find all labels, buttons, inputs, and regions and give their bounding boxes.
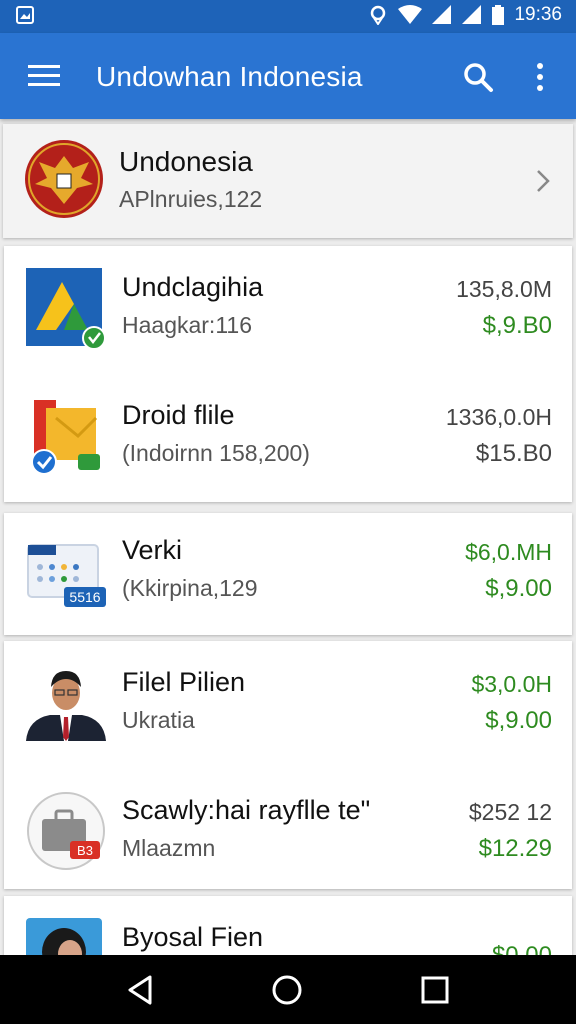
app-list-card-1: Undclagihia Haagkar:116 135,8.0M $,9.B0 … [4, 246, 572, 502]
briefcase-app-icon: B3 [27, 792, 105, 870]
item-amount: $252 12 [468, 799, 552, 825]
item-price: $,9.00 [485, 575, 552, 602]
item-price: $,9.B0 [482, 312, 552, 339]
list-item[interactable]: Droid flile (Indoirnn 158,200) 1336,0.0H… [4, 374, 572, 502]
item-name: Droid flile [122, 400, 235, 430]
hamburger-menu-icon[interactable] [28, 63, 60, 87]
item-amount: 135,8.0M [456, 276, 552, 302]
back-icon[interactable] [124, 973, 158, 1007]
image-notification-icon [16, 6, 34, 24]
chevron-right-icon[interactable] [535, 168, 551, 194]
battery-icon [492, 5, 505, 25]
item-subtitle: Haagkar:116 [122, 312, 252, 338]
item-subtitle: (Kkirpina,129 [122, 575, 258, 601]
app-bar: Undowhan Indonesia [0, 33, 576, 119]
item-name: Scawly:hai rayflle te" [122, 795, 371, 825]
item-name: Byosal Fien [122, 922, 264, 952]
item-price: $12.29 [478, 835, 552, 862]
header-name: Undonesia [119, 146, 253, 177]
triangle-app-icon [26, 268, 106, 348]
item-badge: B3 [77, 843, 93, 858]
item-price: $,9.00 [485, 707, 552, 734]
more-vert-icon[interactable] [528, 61, 552, 93]
garuda-emblem-icon [25, 140, 103, 218]
app-list-card-2: 5516 Verki (Kkirpina,129 $6,0.MH $,9.00 [4, 513, 572, 635]
signal-icon [432, 5, 452, 24]
clock: 19:36 [514, 4, 562, 25]
system-nav-bar [0, 955, 576, 1024]
item-amount: 1336,0.0H [445, 404, 552, 430]
item-amount: $3,0.0H [471, 671, 552, 697]
app-list-card-3: Filel Pilien Ukratia $3,0.0H $,9.00 B3 S… [4, 641, 572, 889]
signal-icon-2 [462, 5, 482, 24]
item-name: Undclagihia [122, 272, 264, 302]
list-item[interactable]: 5516 Verki (Kkirpina,129 $6,0.MH $,9.00 [4, 509, 572, 637]
item-price: $15.B0 [475, 440, 552, 467]
item-badge: 5516 [69, 589, 100, 605]
location-icon [371, 5, 386, 25]
wifi-icon [398, 5, 423, 24]
item-amount: $6,0.MH [465, 539, 552, 565]
item-name: Filel Pilien [122, 667, 246, 697]
app-title: Undowhan Indonesia [96, 61, 363, 92]
item-subtitle: Ukratia [122, 707, 195, 733]
list-item[interactable]: Undclagihia Haagkar:116 135,8.0M $,9.B0 [4, 246, 572, 374]
status-bar: 19:36 [0, 0, 576, 33]
country-header-card[interactable]: Undonesia APlnruies,122 [3, 124, 573, 238]
person-avatar [26, 671, 106, 741]
home-icon[interactable] [270, 973, 304, 1007]
item-subtitle: Mlaazmn [122, 835, 216, 861]
search-icon[interactable] [462, 61, 494, 93]
item-name: Verki [122, 535, 183, 565]
calendar-app-icon: 5516 [27, 544, 106, 607]
item-subtitle: (Indoirnn 158,200) [122, 440, 310, 466]
recents-icon[interactable] [418, 973, 452, 1007]
folder-app-icon [31, 400, 100, 475]
list-item[interactable]: Filel Pilien Ukratia $3,0.0H $,9.00 [4, 641, 572, 769]
list-item[interactable]: B3 Scawly:hai rayflle te" Mlaazmn $252 1… [4, 769, 572, 897]
header-subtitle: APlnruies,122 [119, 186, 263, 212]
